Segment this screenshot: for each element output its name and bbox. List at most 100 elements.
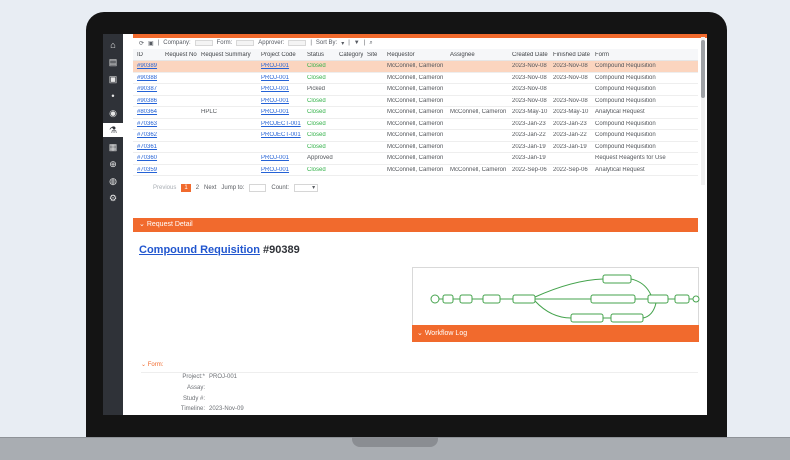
request-id-display: #90389 (263, 244, 300, 256)
column-header-project[interactable]: Project Code (257, 52, 303, 58)
request-table-body: #90389 PROJ-001 Closed McConnell, Camero… (133, 61, 698, 176)
workflow-node (459, 294, 473, 304)
project-code-link[interactable]: PROJECT-001 (257, 121, 303, 127)
workflow-log-header[interactable]: ⌄ Workflow Log (412, 325, 699, 342)
request-id-link[interactable]: #90386 (133, 98, 161, 104)
settings-icon[interactable]: ⚙ (103, 191, 123, 205)
requestor-cell: McConnell, Cameron (387, 109, 444, 116)
column-header-site[interactable]: Site (363, 52, 383, 58)
request-id-link[interactable]: #90389 (133, 63, 161, 69)
request-id-link[interactable]: #90388 (133, 75, 161, 81)
table-row[interactable]: #70363 PROJECT-001 Closed McConnell, Cam… (133, 119, 698, 130)
project-code-link[interactable]: PROJ-001 (257, 98, 303, 104)
assay-field: Assay: (153, 385, 373, 395)
column-header-created[interactable]: Created Date (508, 52, 549, 58)
company-filter[interactable] (194, 40, 213, 46)
scrollbar-thumb[interactable] (701, 40, 705, 98)
request-id-link[interactable]: #90387 (133, 86, 161, 92)
form-title-link[interactable]: Compound Requisition (139, 244, 260, 256)
created-date-cell: 2023-May-10 (512, 109, 548, 116)
project-code-link[interactable]: PROJECT-001 (257, 132, 303, 138)
sort-label: Sort By: (315, 40, 338, 46)
column-header-requestor[interactable]: Requestor (383, 52, 446, 58)
refresh-icon[interactable]: ⟳ (139, 40, 144, 47)
vertical-scrollbar[interactable] (701, 37, 705, 185)
workflow-node (512, 294, 536, 304)
created-date-cell: 2023-Nov-08 (512, 86, 547, 93)
request-id-link[interactable]: #70361 (133, 144, 161, 150)
workflow-log-label: Workflow Log (424, 330, 468, 337)
project-code-link[interactable]: PROJ-001 (257, 155, 303, 161)
form-cell: Analytical Request (595, 166, 645, 173)
table-row[interactable]: #70362 PROJECT-001 Closed McConnell, Cam… (133, 130, 698, 142)
project-code-link[interactable]: PROJ-001 (257, 109, 303, 115)
column-header-status[interactable]: Status (303, 52, 335, 58)
status-cell: Closed (307, 63, 326, 70)
project-code-link[interactable]: PROJ-001 (257, 167, 303, 173)
approver-filter[interactable] (288, 40, 307, 46)
form-cell: Compound Requisition (595, 63, 656, 70)
column-header-finished[interactable]: Finished Date (549, 52, 591, 58)
export-icon[interactable]: ▣ (148, 40, 154, 47)
app-screen: ⌂ ▤ ▣ • ◉ ⚗ ▦ ⊕ ◍ ⚙ ⟳ ▣ | Company: Form:… (103, 34, 707, 415)
workflow-graph (430, 274, 700, 323)
created-date-cell: 2023-Jan-22 (512, 132, 546, 139)
page-2-button[interactable]: 2 (196, 185, 199, 191)
jump-to-input[interactable] (249, 183, 267, 192)
flask-icon[interactable]: ⚗ (103, 123, 123, 137)
field-label: Assay: (186, 385, 205, 391)
left-sidebar: ⌂ ▤ ▣ • ◉ ⚗ ▦ ⊕ ◍ ⚙ (103, 34, 123, 415)
chat-icon[interactable]: ◍ (103, 174, 123, 188)
column-header-category[interactable]: Category (335, 52, 363, 58)
table-row[interactable]: #90388 PROJ-001 Closed McConnell, Camero… (133, 73, 698, 84)
field-label: Timeline: (180, 406, 205, 412)
assignee-cell: McConnell, Cameron (450, 166, 507, 173)
table-row[interactable]: #70361 Closed McConnell, Cameron 2023-Ja… (133, 142, 698, 153)
study-field: Study #: (153, 396, 373, 406)
table-header: ID Request No Request Summary Project Co… (133, 49, 698, 61)
form-cell: Compound Requisition (595, 97, 656, 104)
project-code-link[interactable]: PROJ-001 (257, 86, 303, 92)
user-icon[interactable]: ◉ (103, 106, 123, 120)
next-page-button[interactable]: Next (204, 185, 216, 191)
column-header-form[interactable]: Form (591, 52, 685, 58)
table-row[interactable]: #70360 PROJ-001 Approved McConnell, Came… (133, 153, 698, 165)
project-code-link[interactable]: PROJ-001 (257, 75, 303, 81)
column-header-id[interactable]: ID (133, 52, 161, 58)
table-row[interactable]: #90389 PROJ-001 Closed McConnell, Camero… (133, 61, 698, 73)
previous-page-button[interactable]: Previous (153, 185, 176, 191)
column-header-request-no[interactable]: Request No (161, 52, 197, 58)
document-icon[interactable]: ▤ (103, 55, 123, 69)
created-date-cell: 2023-Nov-08 (512, 63, 547, 70)
request-id-link[interactable]: #70362 (133, 132, 161, 138)
filter-icon[interactable]: ▼ (354, 40, 360, 46)
calendar-icon[interactable]: ▣ (103, 72, 123, 86)
chevron-down-icon[interactable]: ▾ (341, 40, 344, 47)
request-id-link[interactable]: #70363 (133, 121, 161, 127)
table-row[interactable]: #80364 HPLC PROJ-001 Closed McConnell, C… (133, 107, 698, 119)
book-icon[interactable]: ▦ (103, 140, 123, 154)
search-icon[interactable]: ⌕ (369, 40, 372, 47)
table-row[interactable]: #90386 PROJ-001 Closed McConnell, Camero… (133, 96, 698, 107)
workflow-node (647, 294, 669, 304)
page-1-button[interactable]: 1 (181, 183, 191, 192)
pagination-bar: Previous 1 2 Next Jump to: Count: ▾ (133, 180, 698, 195)
home-icon[interactable]: ⌂ (103, 38, 123, 52)
request-id-link[interactable]: #70360 (133, 155, 161, 161)
count-label: Count: (271, 184, 290, 191)
request-id-link[interactable]: #70359 (133, 167, 161, 173)
request-id-link[interactable]: #80364 (133, 109, 161, 115)
plus-circle-icon[interactable]: ⊕ (103, 157, 123, 171)
bell-icon[interactable]: • (103, 89, 123, 103)
column-header-summary[interactable]: Request Summary (197, 52, 257, 58)
workflow-node (570, 313, 604, 323)
column-header-assignee[interactable]: Assignee (446, 52, 508, 58)
request-detail-header[interactable]: ⌄ Request Detail (133, 218, 698, 232)
toolbar-separator: | (363, 40, 366, 46)
project-code-link[interactable]: PROJ-001 (257, 63, 303, 69)
count-select[interactable]: ▾ (294, 183, 319, 192)
table-row[interactable]: #70359 PROJ-001 Closed McConnell, Camero… (133, 165, 698, 176)
form-section-header[interactable]: ⌄ Form: (141, 361, 163, 368)
form-filter[interactable] (236, 40, 255, 46)
table-row[interactable]: #90387 PROJ-001 Picked McConnell, Camero… (133, 84, 698, 96)
